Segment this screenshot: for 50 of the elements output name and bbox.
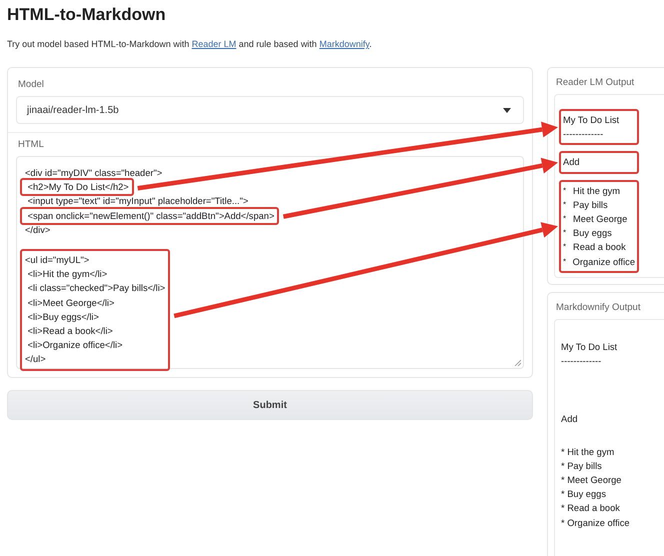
model-dropdown[interactable]: jinaai/reader-lm-1.5b xyxy=(16,96,524,124)
output-line: Add xyxy=(563,156,581,170)
intro-text: Try out model based HTML-to-Markdown with Reader LM and rule based with Markdownify. xyxy=(7,39,373,49)
code-line: <div id="myDIV" class="header"> xyxy=(25,167,162,180)
bullet: * xyxy=(563,241,568,254)
output-line: * Meet George xyxy=(561,474,622,488)
output-line: ------------- xyxy=(563,128,604,142)
reader-output-label: Reader LM Output xyxy=(556,77,636,88)
list-item: Organize office xyxy=(572,256,635,269)
code-line: <h2>My To Do List</h2> xyxy=(26,181,129,194)
bullet: * xyxy=(563,184,568,197)
html-label: HTML xyxy=(18,139,45,150)
output-line: ------------- xyxy=(561,355,602,368)
code-line: <span onclick="newElement()" class="addBtn">Add</span> xyxy=(26,210,274,223)
submit-button[interactable]: Submit xyxy=(7,390,533,420)
code-line: <input type="text" id="myInput" placeholder="Title..."> xyxy=(26,195,248,208)
bullet: * xyxy=(563,213,568,226)
resize-grip-icon xyxy=(514,359,521,366)
code-line: <li>Hit the gym</li> xyxy=(26,268,108,282)
list-item: Read a book xyxy=(573,241,626,254)
link[interactable]: Markdownify xyxy=(319,39,370,49)
markdownify-output-label: Markdownify Output xyxy=(556,302,642,313)
code-line: <li>Organize office</li> xyxy=(26,339,124,352)
bullet: * xyxy=(563,227,568,240)
output-line: * Pay bills xyxy=(561,460,603,473)
list-item: Meet George xyxy=(573,213,628,226)
output-line: My To Do List xyxy=(563,114,620,127)
output-line: Add xyxy=(561,413,579,426)
output-line: * Hit the gym xyxy=(561,446,616,459)
bullet: * xyxy=(563,198,568,211)
code-line: </ul> xyxy=(25,353,47,366)
output-line: * Read a book xyxy=(561,502,621,516)
code-line: <li>Read a book</li> xyxy=(26,325,114,338)
link[interactable]: Reader LM xyxy=(192,39,236,49)
page-title: HTML-to-Markdown xyxy=(7,5,167,25)
code-line: </div> xyxy=(25,224,50,237)
output-line: * Buy eggs xyxy=(561,488,607,502)
code-line: <ul id="myUL"> xyxy=(25,254,90,268)
bullet: * xyxy=(563,256,568,268)
code-line: <li>Buy eggs</li> xyxy=(26,310,100,324)
caret-icon xyxy=(503,108,511,112)
list-item: Buy eggs xyxy=(573,227,612,240)
model-label: Model xyxy=(18,79,45,90)
output-line: * Organize office xyxy=(561,516,631,530)
code-line: <li class="checked">Pay bills</li> xyxy=(26,282,166,296)
html-input-field[interactable] xyxy=(16,156,524,369)
code-line: <li>Meet George</li> xyxy=(26,296,116,310)
output-line: My To Do List xyxy=(561,341,618,354)
list-item: Hit the gym xyxy=(573,184,620,198)
list-item: Pay bills xyxy=(573,198,608,212)
